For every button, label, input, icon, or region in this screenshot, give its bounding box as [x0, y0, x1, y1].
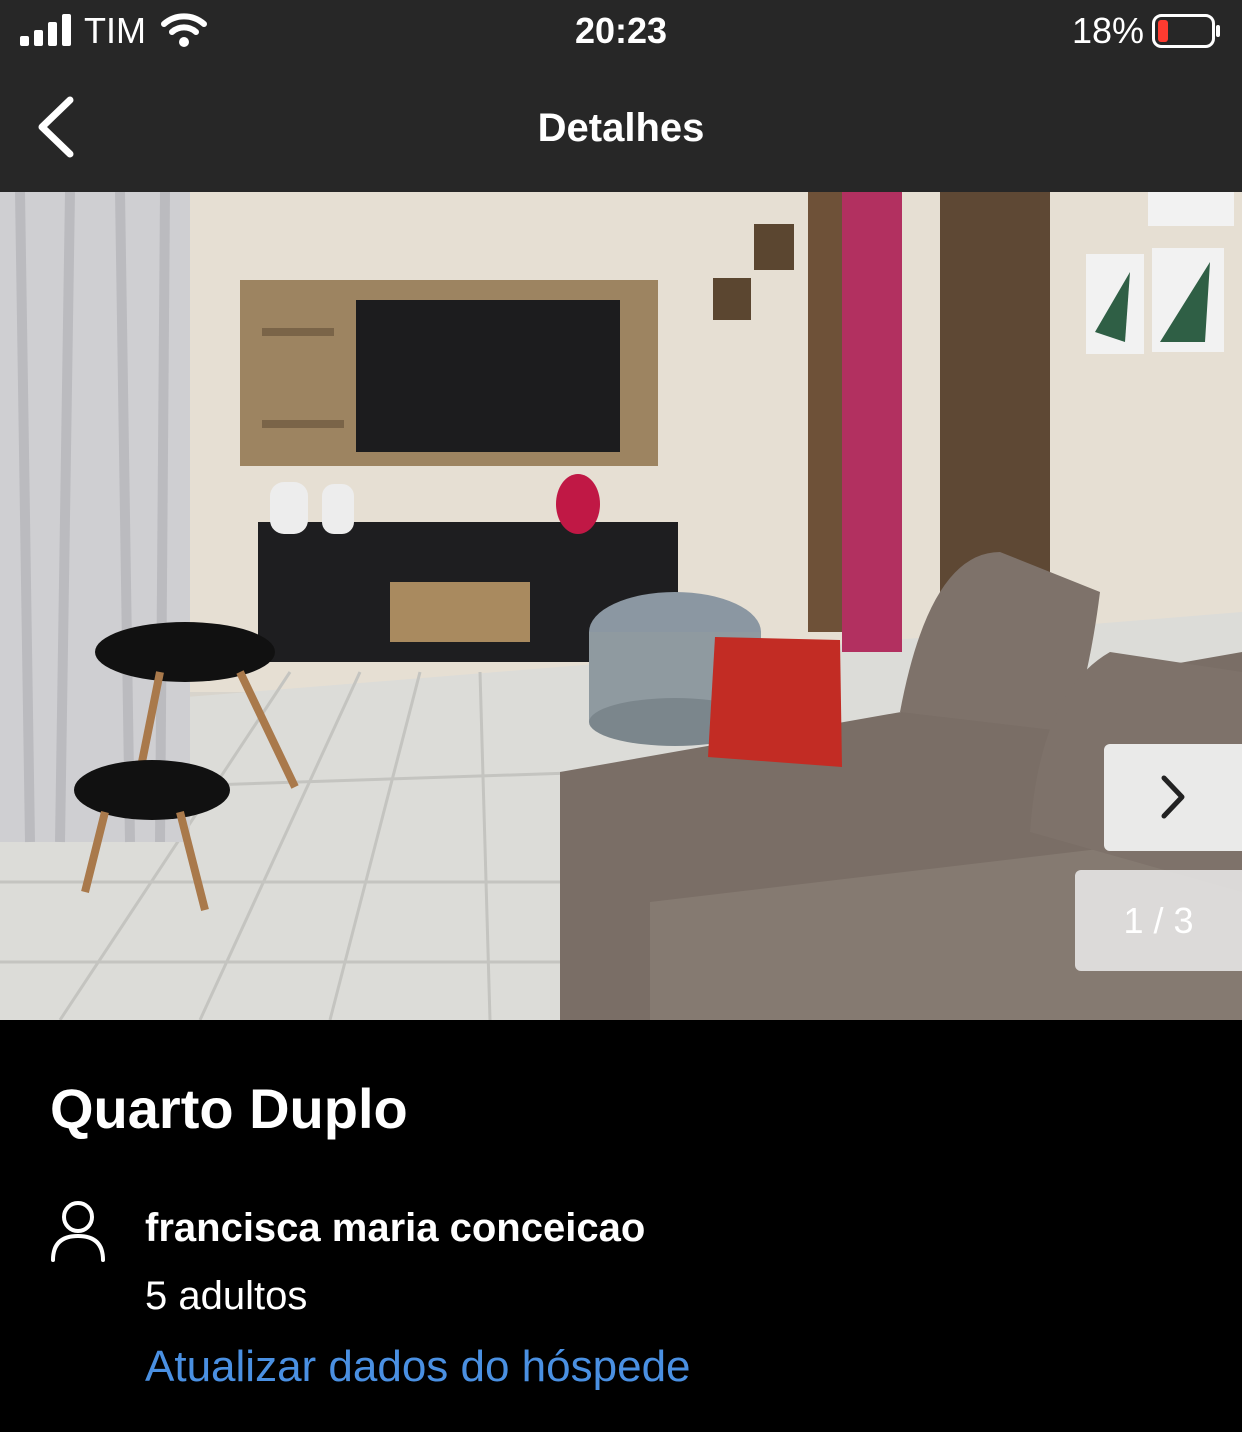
page-title: Detalhes: [537, 106, 705, 150]
chevron-right-icon: [1161, 775, 1185, 819]
next-photo-button[interactable]: [1104, 744, 1242, 851]
battery-icon: [1152, 14, 1220, 48]
room-photo-image: [0, 192, 1242, 1020]
battery-percent: 18%: [1071, 10, 1144, 51]
guest-name: francisca maria conceicao: [145, 1206, 646, 1250]
photo-counter: 1 / 3: [1075, 870, 1242, 971]
status-bar: TIM 20:23 18%: [0, 0, 1242, 64]
navigation-bar: Detalhes: [0, 64, 1242, 192]
person-icon: [51, 1201, 105, 1262]
guest-count: 5 adultos: [145, 1274, 308, 1318]
update-guest-link[interactable]: Atualizar dados do hóspede: [145, 1342, 691, 1392]
clock: 20:23: [574, 10, 668, 51]
room-photo[interactable]: 1 / 3: [0, 192, 1242, 1020]
room-title: Quarto Duplo: [50, 1077, 408, 1140]
